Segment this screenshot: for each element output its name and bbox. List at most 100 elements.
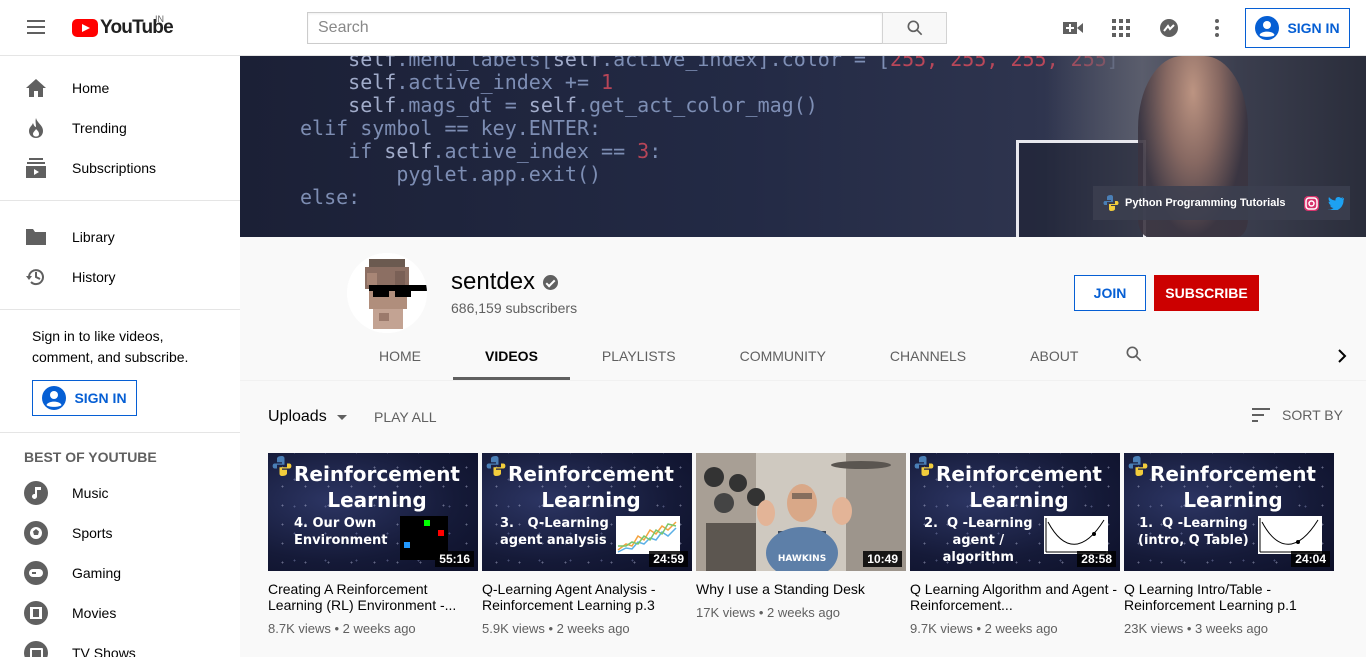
sidebar-item-library[interactable]: Library: [0, 217, 240, 257]
apps-grid-icon[interactable]: [1109, 16, 1133, 40]
sign-in-button[interactable]: SIGN IN: [1245, 8, 1350, 48]
sidebar: Home Trending Subscriptions Library Hist…: [0, 56, 240, 657]
sign-in-prompt: Sign in to like videos, comment, and sub…: [32, 328, 189, 365]
sidebar-item-label: History: [72, 269, 116, 285]
tv-icon: [24, 641, 48, 657]
sidebar-item-sports[interactable]: Sports: [0, 513, 240, 553]
sidebar-item-music[interactable]: Music: [0, 473, 240, 513]
upload-age: 2 weeks ago: [984, 621, 1058, 636]
twitter-icon[interactable]: [1327, 195, 1344, 211]
thumbnail-subtitle: 3. Q-Learning agent analysis: [500, 516, 609, 548]
sort-icon: [1252, 408, 1270, 422]
sign-in-label: SIGN IN: [1287, 20, 1340, 36]
upload-age: 2 weeks ago: [342, 621, 416, 636]
video-title[interactable]: Q-Learning Agent Analysis - Reinforcemen…: [482, 581, 692, 613]
sidebar-divider: [0, 432, 240, 433]
play-all-button[interactable]: PLAY ALL: [374, 409, 437, 425]
tab-community[interactable]: COMMUNITY: [708, 332, 858, 380]
view-count: 8.7K views: [268, 621, 331, 636]
hamburger-menu-icon[interactable]: [24, 16, 48, 40]
video-title[interactable]: Creating A Reinforcement Learning (RL) E…: [268, 581, 478, 613]
search-input[interactable]: [307, 12, 882, 44]
join-button[interactable]: JOIN: [1074, 275, 1146, 311]
subscribe-button[interactable]: SUBSCRIBE: [1154, 275, 1259, 311]
search-icon: [907, 20, 922, 36]
youtube-logo[interactable]: YouTube IN: [72, 14, 174, 39]
thumbnail-subtitle: 2. Q -Learning agent / algorithm: [924, 516, 1033, 565]
video-thumbnail[interactable]: Reinforcement Learning 4. Our Own Environ…: [268, 453, 478, 571]
sidebar-item-subscriptions[interactable]: Subscriptions: [0, 148, 240, 188]
video-title[interactable]: Q Learning Intro/Table - Reinforcement L…: [1124, 581, 1334, 613]
sidebar-item-label: Subscriptions: [72, 160, 157, 176]
sidebar-item-label: TV Shows: [72, 645, 136, 657]
video-title[interactable]: Q Learning Algorithm and Agent - Reinfor…: [910, 581, 1120, 613]
video-thumbnail[interactable]: Reinforcement Learning 1. Q -Learning (in…: [1124, 453, 1334, 571]
sort-by-label: SORT BY: [1282, 407, 1343, 423]
video-duration: 24:59: [649, 551, 688, 567]
sidebar-item-movies[interactable]: Movies: [0, 593, 240, 633]
video-duration: 10:49: [863, 551, 902, 567]
video-duration: 55:16: [435, 551, 474, 567]
tab-playlists[interactable]: PLAYLISTS: [570, 332, 708, 380]
trending-icon: [24, 116, 48, 140]
messages-icon[interactable]: [1157, 16, 1181, 40]
banner-link-text[interactable]: Python Programming Tutorials: [1125, 197, 1286, 209]
thumbnail-title: Reinforcement Learning: [508, 462, 674, 512]
channel-avatar[interactable]: [347, 253, 427, 333]
channel-banner: self.menu_labels[self.active_index].colo…: [240, 56, 1366, 237]
sidebar-item-trending[interactable]: Trending: [0, 108, 240, 148]
video-card[interactable]: Reinforcement Learning 4. Our Own Environ…: [268, 453, 478, 636]
thumbnail-chart-graphic: [616, 516, 680, 554]
thumbnail-curve-graphic: [1258, 516, 1322, 554]
video-duration: 24:04: [1291, 551, 1330, 567]
thumbnail-curve-graphic: [1044, 516, 1108, 554]
sidebar-item-gaming[interactable]: Gaming: [0, 553, 240, 593]
video-card[interactable]: Reinforcement Learning 2. Q -Learning age…: [910, 453, 1120, 636]
upload-age: 2 weeks ago: [767, 605, 841, 620]
search-button[interactable]: [882, 12, 947, 44]
home-icon: [24, 76, 48, 100]
sidebar-item-label: Gaming: [72, 565, 122, 581]
sidebar-sign-in-button[interactable]: SIGN IN: [32, 380, 137, 416]
sidebar-item-label: Home: [72, 80, 110, 96]
more-options-icon[interactable]: [1205, 16, 1229, 40]
tab-about[interactable]: ABOUT: [998, 332, 1110, 380]
sidebar-item-label: Trending: [72, 120, 127, 136]
sidebar-item-home[interactable]: Home: [0, 68, 240, 108]
sidebar-item-label: Sports: [72, 525, 113, 541]
uploads-dropdown[interactable]: Uploads: [268, 408, 347, 426]
video-thumbnail[interactable]: Reinforcement Learning 2. Q -Learning age…: [910, 453, 1120, 571]
sidebar-item-history[interactable]: History: [0, 257, 240, 297]
tab-channels[interactable]: CHANNELS: [858, 332, 998, 380]
instagram-icon[interactable]: [1304, 195, 1320, 211]
create-video-icon[interactable]: [1061, 16, 1085, 40]
video-thumbnail[interactable]: Reinforcement Learning 3. Q-Learning agen…: [482, 453, 692, 571]
verified-badge-icon: [543, 275, 558, 290]
channel-name: sentdex: [451, 268, 536, 295]
chevron-right-icon[interactable]: [1330, 344, 1354, 368]
video-title[interactable]: Why I use a Standing Desk: [696, 581, 906, 597]
thumbnail-title: Reinforcement Learning: [294, 462, 460, 512]
sort-by-button[interactable]: SORT BY: [1252, 407, 1343, 423]
channel-tabs: HOME VIDEOS PLAYLISTS COMMUNITY CHANNELS…: [347, 332, 1110, 380]
uploads-label: Uploads: [268, 408, 327, 425]
video-thumbnail[interactable]: HAWKINS 10:49: [696, 453, 906, 571]
python-logo-icon[interactable]: [1103, 195, 1119, 211]
video-metadata: 23K views • 3 weeks ago: [1124, 621, 1269, 636]
view-count: 17K views: [696, 605, 756, 620]
sidebar-item-tv-shows[interactable]: TV Shows: [0, 633, 240, 657]
tab-videos[interactable]: VIDEOS: [453, 332, 570, 380]
sign-in-label: SIGN IN: [74, 390, 127, 406]
library-icon: [24, 225, 48, 249]
svg-text:HAWKINS: HAWKINS: [778, 554, 826, 564]
video-card[interactable]: HAWKINS 10:49 Why I use a Standing Desk …: [696, 453, 906, 636]
video-card[interactable]: Reinforcement Learning 3. Q-Learning agen…: [482, 453, 692, 636]
video-card[interactable]: Reinforcement Learning 1. Q -Learning (in…: [1124, 453, 1334, 636]
search-bar: [307, 12, 947, 44]
video-grid: Reinforcement Learning 4. Our Own Environ…: [268, 453, 1338, 636]
youtube-play-icon: [72, 19, 98, 37]
tab-home[interactable]: HOME: [347, 332, 453, 380]
caret-down-icon: [336, 414, 347, 420]
sidebar-item-label: Library: [72, 229, 115, 245]
channel-search-icon[interactable]: [1124, 344, 1148, 368]
